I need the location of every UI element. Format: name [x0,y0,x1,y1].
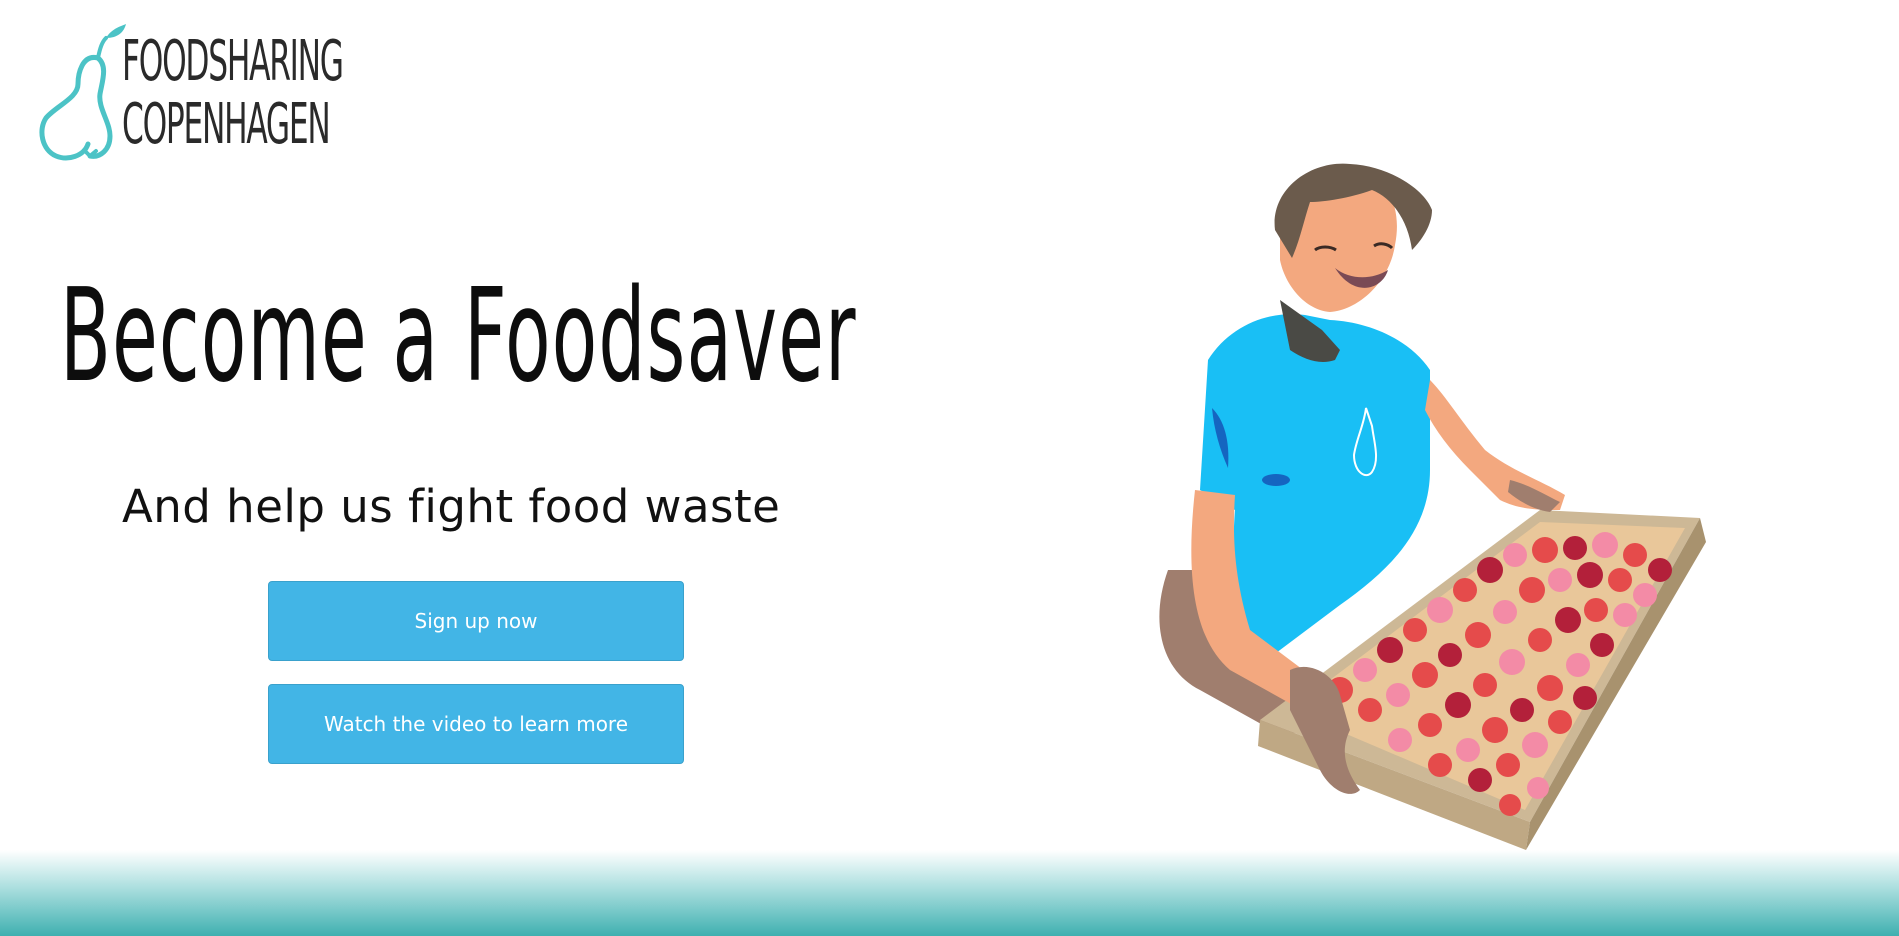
brand-logo[interactable]: FOODSHARING COPENHAGEN [38,18,348,163]
watch-video-button[interactable]: Watch the video to learn more [268,684,684,764]
page-subtitle: And help us fight food waste [122,480,781,533]
brand-line-2: COPENHAGEN [122,92,331,157]
page-title: Become a Foodsaver [60,262,857,411]
sign-up-button[interactable]: Sign up now [268,581,684,661]
footer-gradient [0,850,1899,936]
brand-name: FOODSHARING COPENHAGEN [122,29,344,157]
pear-icon [39,24,126,161]
volunteer-illustration [1159,163,1706,850]
brand-line-1: FOODSHARING [122,29,344,94]
